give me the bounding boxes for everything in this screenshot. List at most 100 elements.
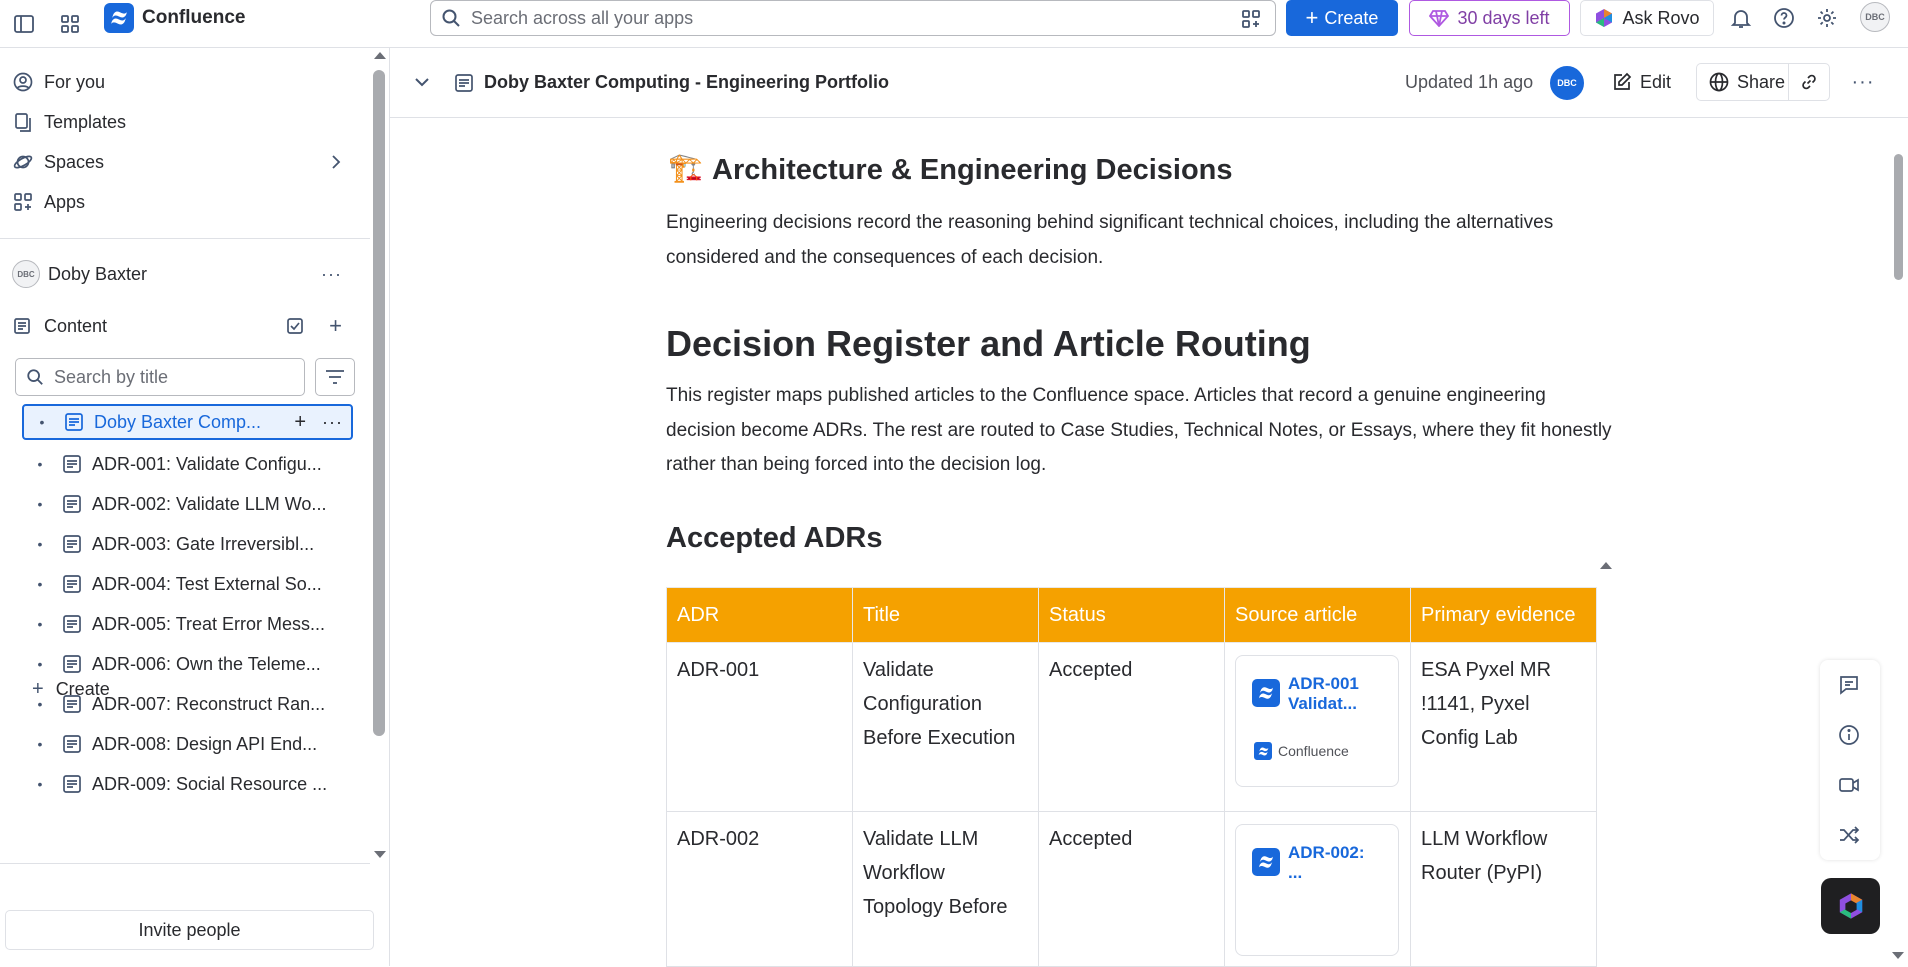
tree-item[interactable]: • ADR-009: Social Resource ...: [22, 766, 353, 802]
tree-item-label: ADR-007: Reconstruct Ran...: [92, 693, 326, 714]
bullet-icon[interactable]: •: [32, 576, 48, 592]
ask-rovo-button[interactable]: Ask Rovo: [1580, 0, 1714, 36]
smart-link-card[interactable]: ADR-001 Validat... Confluence: [1235, 655, 1399, 787]
scroll-up-arrow[interactable]: [374, 52, 386, 59]
tree-item-label: ADR-001: Validate Configu...: [92, 453, 322, 474]
tree-item[interactable]: • ADR-007: Reconstruct Ran...: [22, 686, 353, 722]
smart-link-title[interactable]: ADR-002: ...: [1288, 843, 1382, 883]
column-header[interactable]: Source article: [1224, 587, 1411, 643]
sidebar-item-for-you[interactable]: For you: [12, 64, 352, 100]
chevron-down-icon[interactable]: [414, 76, 430, 88]
user-circle-icon: [12, 71, 34, 93]
rovo-icon: [1594, 8, 1614, 28]
title-search-input[interactable]: Search by title: [15, 358, 305, 396]
trial-label: 30 days left: [1457, 7, 1550, 28]
main-scroll-thumb[interactable]: [1894, 154, 1903, 280]
page-icon: [62, 654, 82, 674]
top-navigation-bar: Confluence Search across all your apps +…: [0, 0, 1908, 48]
space-header[interactable]: DBC Doby Baxter ···: [12, 256, 352, 292]
page-title[interactable]: Doby Baxter Computing - Engineering Port…: [484, 72, 889, 93]
author-avatar[interactable]: DBC: [1550, 66, 1584, 100]
bullet-icon[interactable]: •: [32, 496, 48, 512]
bullet-icon[interactable]: •: [32, 776, 48, 792]
column-header[interactable]: ADR: [666, 587, 853, 643]
page-header: Doby Baxter Computing - Engineering Port…: [390, 48, 1908, 118]
last-updated-text[interactable]: Updated 1h ago: [1405, 72, 1533, 93]
page-icon: [64, 412, 84, 432]
table-row: ADR-002 Validate LLM Workflow Topology B…: [666, 811, 1597, 967]
info-icon[interactable]: [1838, 724, 1862, 748]
invite-people-button[interactable]: Invite people: [5, 910, 374, 950]
more-actions-icon[interactable]: ···: [1846, 63, 1880, 101]
confluence-logo-icon[interactable]: [104, 3, 134, 33]
comment-icon[interactable]: [1838, 674, 1862, 698]
bullet-icon[interactable]: •: [32, 736, 48, 752]
tree-item-label: ADR-008: Design API End...: [92, 733, 318, 754]
notifications-icon[interactable]: [1725, 2, 1757, 34]
settings-gear-icon[interactable]: [1811, 2, 1843, 34]
section-heading-accepted-adrs: Accepted ADRs: [666, 522, 883, 554]
trial-button[interactable]: 30 days left: [1409, 0, 1570, 36]
table-scroll-up-arrow[interactable]: [1600, 562, 1612, 569]
sidebar-item-label: For you: [44, 71, 106, 92]
rovo-chat-button[interactable]: [1821, 878, 1880, 934]
sidebar-item-templates[interactable]: Templates: [12, 104, 352, 140]
column-header[interactable]: Title: [852, 587, 1039, 643]
copy-link-icon[interactable]: [1788, 63, 1830, 101]
smart-link-card[interactable]: ADR-002: ...: [1235, 824, 1399, 956]
column-header[interactable]: Status: [1038, 587, 1225, 643]
sidebar-item-label: Templates: [44, 111, 127, 132]
content-header[interactable]: Content +: [12, 308, 352, 344]
bullet-icon[interactable]: •: [32, 656, 48, 672]
tree-item-selected[interactable]: • Doby Baxter Comp... + ···: [22, 404, 353, 440]
bullet-icon[interactable]: •: [32, 536, 48, 552]
user-avatar[interactable]: DBC: [1860, 2, 1890, 32]
tree-item[interactable]: • ADR-006: Own the Teleme...: [22, 646, 353, 682]
search-apps-icon[interactable]: [1241, 9, 1261, 29]
plus-icon: +: [1305, 5, 1319, 30]
main-scroll-down-arrow[interactable]: [1892, 952, 1904, 959]
section-paragraph-architecture: Engineering decisions record the reasoni…: [666, 212, 1554, 268]
bulk-select-icon[interactable]: [286, 317, 304, 335]
tree-item[interactable]: • ADR-008: Design API End...: [22, 726, 353, 762]
column-header[interactable]: Primary evidence: [1410, 587, 1597, 643]
sidebar-item-apps[interactable]: Apps: [12, 184, 352, 220]
page-icon: [62, 454, 82, 474]
bullet-icon[interactable]: •: [34, 414, 50, 430]
add-content-icon[interactable]: +: [329, 315, 342, 337]
bullet-icon[interactable]: •: [32, 696, 48, 712]
source-article-cell: ADR-002: ...: [1224, 811, 1411, 967]
sidebar-toggle-icon[interactable]: [8, 8, 40, 40]
tree-item-label: ADR-004: Test External So...: [92, 573, 322, 594]
bullet-icon[interactable]: •: [32, 616, 48, 632]
chevron-right-icon[interactable]: [330, 154, 342, 170]
evidence-cell: ESA Pyxel MR !1141, Pyxel Config Lab: [1410, 642, 1597, 812]
create-button[interactable]: + Create: [1286, 0, 1398, 36]
sidebar-item-spaces[interactable]: Spaces: [12, 144, 352, 180]
page-icon: [62, 494, 82, 514]
filter-icon[interactable]: [315, 358, 355, 396]
shuffle-icon[interactable]: [1838, 824, 1862, 848]
tree-item[interactable]: • ADR-003: Gate Irreversibl...: [22, 526, 353, 562]
adr-status-cell: Accepted: [1038, 811, 1225, 967]
share-label: Share: [1737, 71, 1786, 92]
tree-item[interactable]: • ADR-002: Validate LLM Wo...: [22, 486, 353, 522]
share-button[interactable]: Share: [1696, 63, 1788, 101]
sidebar-scroll-thumb[interactable]: [373, 70, 385, 736]
add-child-icon[interactable]: +: [294, 412, 306, 433]
global-search-input[interactable]: Search across all your apps: [430, 0, 1276, 36]
tree-item[interactable]: • ADR-005: Treat Error Mess...: [22, 606, 353, 642]
right-action-rail: [1820, 660, 1880, 860]
edit-button[interactable]: Edit: [1612, 63, 1671, 101]
video-icon[interactable]: [1838, 774, 1862, 798]
smart-link-title[interactable]: ADR-001 Validat...: [1288, 674, 1382, 714]
tree-item[interactable]: • ADR-001: Validate Configu...: [22, 446, 353, 482]
more-actions-icon[interactable]: ···: [322, 412, 343, 433]
more-actions-icon[interactable]: ···: [321, 264, 342, 285]
app-name[interactable]: Confluence: [142, 7, 245, 29]
help-icon[interactable]: [1768, 2, 1800, 34]
app-switcher-icon[interactable]: [54, 8, 86, 40]
tree-item[interactable]: • ADR-004: Test External So...: [22, 566, 353, 602]
scroll-down-arrow[interactable]: [374, 851, 386, 858]
bullet-icon[interactable]: •: [32, 456, 48, 472]
